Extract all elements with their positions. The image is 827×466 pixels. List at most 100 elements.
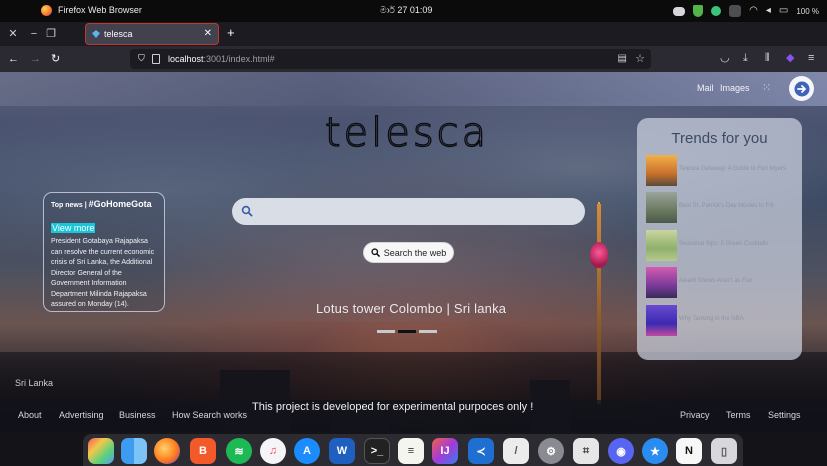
downloads-icon[interactable]: ⤓	[743, 51, 748, 65]
arrow-right-icon	[794, 81, 809, 96]
images-link[interactable]: Images	[720, 83, 750, 93]
trend-thumbnail	[646, 230, 677, 261]
active-app-name[interactable]: Firefox Web Browser	[58, 5, 142, 15]
vscode-icon[interactable]: ≺	[468, 438, 494, 464]
advertising-link[interactable]: Advertising	[59, 410, 104, 420]
trend-item[interactable]: Award Shows Aren't as Fun	[646, 267, 798, 299]
url-path: :3001/index.html#	[203, 54, 275, 64]
settings-icon[interactable]: ⚙	[538, 438, 564, 464]
trend-label: Telesca Getaway: A Guide to Fort Myers	[679, 166, 787, 172]
intellij-icon[interactable]: IJ	[432, 438, 458, 464]
apple-icon[interactable]	[7, 4, 18, 17]
discord-icon[interactable]: ◉	[608, 438, 634, 464]
tab-telesca[interactable]: telesca ✕	[85, 23, 219, 45]
firefox-icon[interactable]	[154, 438, 180, 464]
screen: Firefox Web Browser මාර් 27 01:09 ◠ ◂ ▭ …	[0, 0, 827, 466]
terminal-icon[interactable]: >_	[364, 438, 390, 464]
search-input[interactable]	[260, 202, 570, 221]
mail-link[interactable]: Mail	[697, 83, 714, 93]
business-link[interactable]: Business	[119, 410, 156, 420]
magnifier-icon	[371, 248, 380, 257]
clock[interactable]: මාර් 27 01:09	[380, 5, 432, 16]
telesca-logo: telesca	[324, 115, 487, 153]
menu-icon[interactable]: ≡	[808, 51, 814, 65]
tab-strip: ✕ − ❐ telesca ✕ +	[0, 22, 827, 46]
tab-title: telesca	[104, 29, 133, 39]
restore-window-icon[interactable]: ❐	[44, 27, 58, 41]
search-the-web-button[interactable]: Search the web	[363, 242, 454, 263]
bookmark-star-icon[interactable]: ☆	[635, 52, 645, 65]
back-icon[interactable]: ←	[8, 52, 19, 66]
library-icon[interactable]: ⫴	[765, 51, 770, 65]
how-search-works-link[interactable]: How Search works	[172, 410, 247, 420]
page-info-icon[interactable]	[152, 54, 160, 64]
word-icon[interactable]: W	[329, 438, 355, 464]
sign-in-button[interactable]	[789, 76, 814, 101]
minimize-window-icon[interactable]: −	[27, 27, 41, 41]
apps-grid-icon[interactable]: ⁙	[762, 82, 774, 94]
trend-item[interactable]: Why Tanking in the NBA	[646, 305, 798, 337]
slide-dot[interactable]	[377, 330, 395, 333]
volume-icon[interactable]: ◂	[766, 5, 771, 17]
trend-thumbnail	[646, 192, 677, 223]
extension-icon[interactable]: ◆	[786, 51, 794, 65]
url-host: localhost	[168, 54, 204, 64]
new-tab-icon[interactable]: +	[227, 26, 235, 40]
top-news-card: Top news | #GoHomeGota View more Preside…	[43, 192, 165, 312]
wifi-icon[interactable]: ◠	[749, 5, 758, 17]
settings-link[interactable]: Settings	[768, 410, 801, 420]
reader-view-icon[interactable]: ▤	[618, 53, 627, 64]
forward-icon[interactable]: →	[30, 52, 41, 66]
notion-icon[interactable]: N	[676, 438, 702, 464]
slide-dot-active[interactable]	[398, 330, 416, 333]
slide-indicator	[377, 330, 437, 333]
trend-item[interactable]: Seasonal Sips: 5 Green Cocktails	[646, 230, 798, 262]
close-window-icon[interactable]: ✕	[6, 27, 20, 41]
search-box[interactable]	[232, 198, 585, 225]
system-tray: ◠ ◂ ▭ 100 %	[673, 3, 819, 19]
discord-tray-icon[interactable]	[673, 6, 686, 16]
firefox-icon	[41, 5, 52, 16]
status-tray-icon[interactable]	[711, 6, 722, 16]
news-hashtag[interactable]: #GoHomeGota	[89, 199, 152, 209]
vpn-tray-icon[interactable]	[693, 5, 704, 17]
favicon-icon	[92, 30, 100, 38]
cloud-tray-icon[interactable]	[729, 5, 742, 17]
trends-title: Trends for you	[671, 130, 768, 147]
navigation-bar: ← → ↻ ⛉ localhost:3001/index.html# ▤ ☆ ◡…	[0, 46, 827, 72]
slide-dot[interactable]	[419, 330, 437, 333]
finder-icon[interactable]	[121, 438, 147, 464]
screenshot-icon[interactable]: ⌗	[573, 438, 599, 464]
pocket-icon[interactable]: ◡	[720, 51, 730, 65]
app-grid-icon[interactable]	[88, 438, 114, 464]
music-icon[interactable]: ♫	[260, 438, 286, 464]
url-text[interactable]: localhost:3001/index.html#	[168, 54, 275, 64]
location-label: Sri Lanka	[15, 378, 54, 388]
privacy-link[interactable]: Privacy	[680, 410, 710, 420]
address-bar[interactable]: ⛉ localhost:3001/index.html# ▤ ☆	[130, 49, 651, 69]
app-store-icon[interactable]: A	[294, 438, 320, 464]
trash-icon[interactable]: ▯	[711, 438, 737, 464]
about-link[interactable]: About	[18, 410, 42, 420]
battery-icon[interactable]: ▭	[779, 5, 788, 17]
notes-icon[interactable]: ≡	[398, 438, 424, 464]
trend-item[interactable]: Best St. Patrick's Day Movies to Fill	[646, 192, 798, 224]
star-app-icon[interactable]: ★	[642, 438, 668, 464]
trend-label: Seasonal Sips: 5 Green Cocktails	[679, 241, 769, 247]
reload-icon[interactable]: ↻	[51, 52, 60, 66]
text-editor-icon[interactable]: /	[503, 438, 529, 464]
slide-caption: Lotus tower Colombo | Sri lanka	[316, 301, 507, 316]
page-footer: About Advertising Business How Search wo…	[0, 400, 827, 432]
lotus-tower-shaft	[597, 204, 601, 404]
brave-icon[interactable]: B	[190, 438, 216, 464]
close-tab-icon[interactable]: ✕	[204, 28, 212, 39]
spotify-icon[interactable]: ≋	[226, 438, 252, 464]
lotus-tower-bulb	[590, 242, 608, 268]
terms-link[interactable]: Terms	[726, 410, 751, 420]
trend-label: Why Tanking in the NBA	[679, 316, 744, 322]
tracking-shield-icon[interactable]: ⛉	[138, 53, 145, 64]
trend-thumbnail	[646, 155, 677, 186]
os-menu-bar: Firefox Web Browser මාර් 27 01:09 ◠ ◂ ▭ …	[0, 0, 827, 22]
view-more-link[interactable]: View more	[51, 223, 96, 233]
trend-item[interactable]: Telesca Getaway: A Guide to Fort Myers	[646, 155, 798, 187]
